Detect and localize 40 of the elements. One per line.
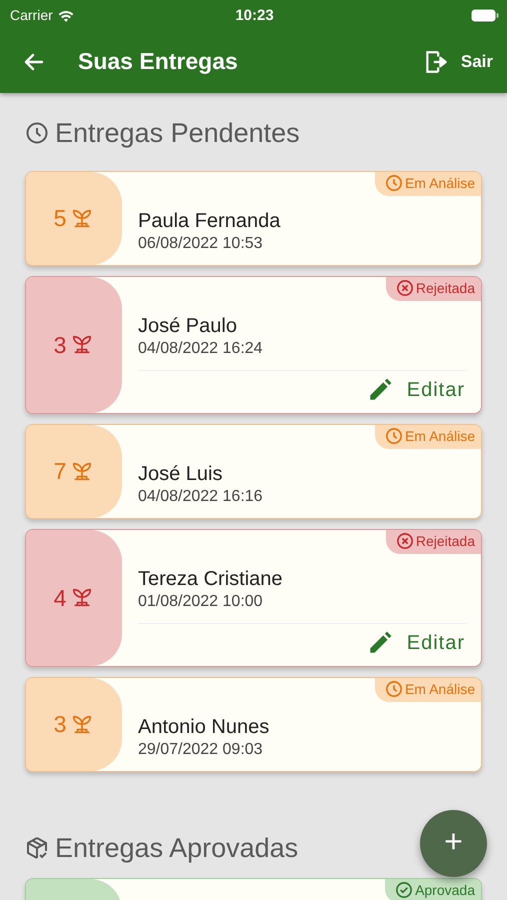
- status-badge: Rejeitada: [386, 530, 481, 554]
- status-time: 10:23: [235, 6, 274, 24]
- edit-button[interactable]: Editar: [364, 377, 467, 403]
- clock-icon: [384, 680, 403, 698]
- clock-icon: [25, 121, 49, 145]
- count-label: 3: [54, 332, 66, 358]
- app-title: Suas Entregas: [78, 48, 239, 75]
- check-circle-icon: [395, 881, 414, 899]
- count-label: 4: [54, 584, 66, 612]
- status-badge: Em Análise: [374, 172, 481, 196]
- delivery-date: 06/08/2022 10:53: [138, 235, 264, 253]
- customer-name: José Paulo: [138, 315, 238, 338]
- status-badge: Aprovada: [385, 879, 481, 900]
- cancel-icon: [396, 279, 414, 297]
- status-badge: Rejeitada: [386, 277, 481, 301]
- wifi-icon: [56, 8, 75, 22]
- status-badge: Em Análise: [374, 678, 481, 702]
- customer-name: Tereza Cristiane: [138, 568, 284, 591]
- edit-button[interactable]: Editar: [364, 630, 467, 656]
- delivery-date: 01/08/2022 10:00: [138, 593, 264, 611]
- customer-name: Antonio Nunes: [138, 716, 270, 739]
- count-label: 7: [54, 458, 66, 485]
- delivery-date: 29/07/2022 09:03: [138, 741, 264, 759]
- customer-name: José Luis: [138, 463, 224, 486]
- cancel-icon: [396, 532, 414, 550]
- status-badge: Em Análise: [374, 425, 481, 449]
- count-label: 3: [54, 711, 66, 738]
- battery-icon: [471, 8, 499, 22]
- logout-button[interactable]: Sair: [422, 48, 493, 76]
- carrier-label: Carrier: [10, 7, 53, 23]
- delivery-date: 04/08/2022 16:24: [138, 340, 264, 358]
- clock-icon: [384, 174, 403, 192]
- add-button[interactable]: +: [420, 810, 487, 877]
- count-label: 5: [54, 205, 66, 232]
- package-check-icon: [25, 836, 49, 860]
- customer-name: Paula Fernanda: [138, 210, 282, 233]
- section-title: Entregas Aprovadas: [55, 832, 298, 864]
- section-title: Entregas Pendentes: [55, 118, 300, 148]
- clock-icon: [384, 427, 403, 445]
- delivery-date: 04/08/2022 16:16: [138, 488, 264, 506]
